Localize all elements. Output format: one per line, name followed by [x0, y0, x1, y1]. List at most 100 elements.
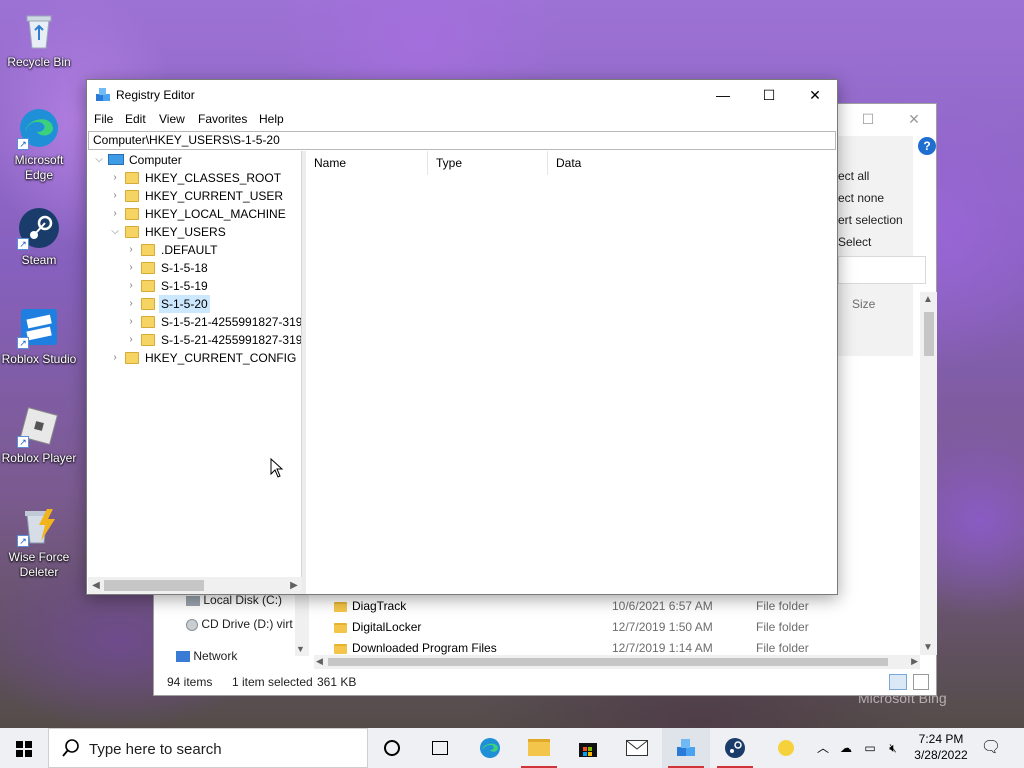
help-icon[interactable]: ? [918, 137, 936, 155]
notifications-icon[interactable]: 🗨︎ [980, 728, 1002, 768]
nav-item-cd-drive[interactable]: CD Drive (D:) virt [186, 614, 293, 634]
column-header-name[interactable]: Name [306, 151, 428, 175]
scroll-right-icon[interactable]: ▶ [911, 656, 918, 667]
chevron-right-icon[interactable]: › [126, 313, 136, 331]
scrollbar-thumb[interactable] [104, 580, 204, 591]
file-row[interactable]: DigitalLocker 12/7/2019 1:50 AM File fol… [334, 617, 924, 638]
chevron-right-icon[interactable]: › [126, 277, 136, 295]
scroll-left-icon[interactable]: ◀ [88, 577, 104, 594]
search-placeholder: Type here to search [89, 741, 222, 758]
tree-node-hkcr[interactable]: › HKEY_CLASSES_ROOT [88, 169, 301, 187]
invert-selection-button[interactable]: ert selection [838, 209, 913, 231]
explorer-hscroll[interactable]: ◀ ▶ [314, 655, 920, 669]
chevron-right-icon[interactable]: › [110, 349, 120, 367]
tree-node-s-1-5-18[interactable]: › S-1-5-18 [88, 259, 301, 277]
desktop-icon-recycle-bin[interactable]: Recycle Bin [1, 8, 77, 70]
menu-edit[interactable]: Edit [125, 112, 146, 126]
menu-help[interactable]: Help [259, 112, 284, 126]
tree-node-s-1-5-21[interactable]: › S-1-5-21-4255991827-3199 [88, 313, 301, 331]
taskbar-steam[interactable] [711, 728, 759, 768]
chevron-right-icon[interactable]: › [110, 205, 120, 223]
chevron-right-icon[interactable]: › [110, 187, 120, 205]
details-view-icon[interactable] [889, 674, 907, 690]
scrollbar-thumb[interactable] [924, 312, 934, 356]
scroll-down-icon[interactable]: ▼ [296, 644, 305, 654]
tree-node-s-1-5-19[interactable]: › S-1-5-19 [88, 277, 301, 295]
registry-editor-window[interactable]: Registry Editor — ☐ ✕ File Edit View Fav… [86, 79, 838, 595]
column-header-type[interactable]: Type [428, 151, 548, 175]
tree-node-s-1-5-20[interactable]: › S-1-5-20 [88, 295, 301, 313]
taskbar-file-explorer[interactable] [515, 728, 563, 768]
column-header-data[interactable]: Data [548, 151, 834, 175]
size-column-header[interactable]: Size [852, 297, 875, 311]
cortana-button[interactable] [368, 728, 416, 768]
tree-hscroll[interactable]: ◀ ▶ [88, 577, 302, 594]
taskbar-store[interactable] [564, 728, 612, 768]
taskbar-regedit[interactable] [662, 728, 710, 768]
chevron-right-icon[interactable]: › [126, 331, 136, 349]
chevron-right-icon[interactable]: › [126, 259, 136, 277]
tree-node-default[interactable]: › .DEFAULT [88, 241, 301, 259]
taskbar-night-app[interactable] [762, 728, 810, 768]
status-selection: 1 item selected [232, 675, 313, 689]
taskbar-edge[interactable] [466, 728, 514, 768]
scroll-left-icon[interactable]: ◀ [316, 656, 323, 667]
folder-icon [141, 262, 155, 274]
large-icons-view-icon[interactable] [913, 674, 929, 690]
tree-node-computer[interactable]: ⌵ Computer [88, 151, 301, 169]
chevron-down-icon[interactable]: ⌵ [110, 223, 120, 241]
values-pane[interactable]: Name Type Data [306, 151, 836, 594]
volume-muted-icon[interactable]: 🔇︎ [882, 728, 904, 768]
maximize-button[interactable]: ☐ [746, 80, 792, 110]
folder-icon [141, 334, 155, 346]
tree-node-hku[interactable]: ⌵ HKEY_USERS [88, 223, 301, 241]
explorer-search-box[interactable] [838, 256, 926, 284]
mouse-cursor-icon [270, 457, 284, 481]
nav-item-network[interactable]: Network [176, 646, 237, 666]
chevron-right-icon[interactable]: › [126, 241, 136, 259]
desktop-icon-label: Microsoft Edge [14, 153, 64, 182]
tree-node-hkcc[interactable]: › HKEY_CURRENT_CONFIG [88, 349, 301, 367]
file-row[interactable]: DiagTrack 10/6/2021 6:57 AM File folder [334, 596, 924, 617]
menu-file[interactable]: File [94, 112, 113, 126]
shortcut-arrow-icon: ↗ [17, 337, 29, 349]
select-none-button[interactable]: ect none [838, 187, 913, 209]
menu-favorites[interactable]: Favorites [198, 112, 247, 126]
file-row[interactable]: Downloaded Program Files 12/7/2019 1:14 … [334, 638, 924, 656]
taskbar-clock[interactable]: 7:24 PM 3/28/2022 [906, 731, 976, 763]
task-view-button[interactable] [416, 728, 464, 768]
desktop-icon-roblox-player[interactable]: ↗ Roblox Player [1, 404, 77, 466]
desktop-icon-label: Steam [21, 253, 57, 267]
desktop-icon-steam[interactable]: ↗ Steam [1, 206, 77, 268]
regedit-titlebar[interactable]: Registry Editor — ☐ ✕ [87, 80, 837, 110]
scroll-down-icon[interactable]: ▼ [923, 642, 933, 653]
desktop-icon-label: Roblox Player [1, 451, 77, 465]
start-button[interactable] [16, 741, 32, 760]
minimize-button[interactable]: — [700, 80, 746, 110]
select-all-button[interactable]: ect all [838, 165, 913, 187]
chevron-right-icon[interactable]: › [110, 169, 120, 187]
explorer-maximize-button[interactable]: ☐ [845, 104, 891, 134]
desktop-icon-roblox-studio[interactable]: ↗ Roblox Studio [1, 305, 77, 367]
menu-view[interactable]: View [159, 112, 185, 126]
onedrive-icon[interactable]: ☁ [836, 728, 856, 768]
close-button[interactable]: ✕ [792, 80, 838, 110]
scroll-right-icon[interactable]: ▶ [286, 577, 302, 594]
scrollbar-thumb[interactable] [328, 658, 888, 666]
taskbar-search-box[interactable]: Type here to search [48, 728, 368, 768]
nav-vscroll[interactable]: ▼ [295, 590, 309, 656]
tree-node-hkcu[interactable]: › HKEY_CURRENT_USER [88, 187, 301, 205]
explorer-close-button[interactable]: ✕ [891, 104, 937, 134]
taskbar-mail[interactable] [613, 728, 661, 768]
scroll-up-icon[interactable]: ▲ [923, 294, 933, 305]
chevron-down-icon[interactable]: ⌵ [94, 151, 104, 169]
tree-node-hklm[interactable]: › HKEY_LOCAL_MACHINE [88, 205, 301, 223]
address-bar[interactable]: Computer\HKEY_USERS\S-1-5-20 [88, 131, 836, 150]
tree-node-s-1-5-21-classes[interactable]: › S-1-5-21-4255991827-3199 [88, 331, 301, 349]
network-tray-icon[interactable]: ▭ [860, 728, 880, 768]
desktop-icon-edge[interactable]: ↗ Microsoft Edge [1, 106, 77, 183]
desktop-icon-wise-force-deleter[interactable]: ↗ Wise Force Deleter [1, 503, 77, 580]
chevron-right-icon[interactable]: › [126, 295, 136, 313]
tray-overflow-icon[interactable]: ︿ [814, 728, 832, 768]
recycle-bin-icon [17, 8, 61, 52]
